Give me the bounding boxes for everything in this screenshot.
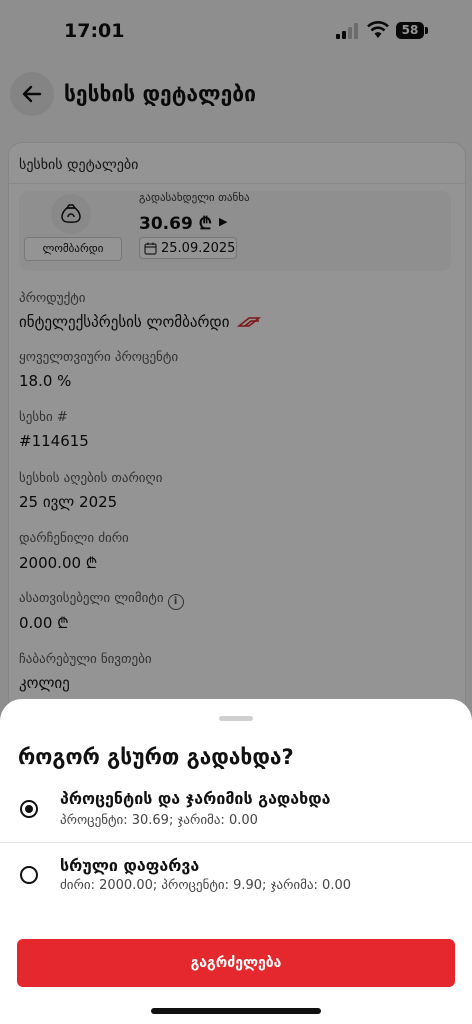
continue-button[interactable]: გაგრძელება <box>17 939 455 987</box>
sheet-grabber[interactable] <box>219 716 253 721</box>
radio-unselected[interactable] <box>20 866 38 884</box>
option-full-repayment[interactable]: სრული დაფარვა ძირი: 2000.00; პროცენტი: 9… <box>0 850 472 912</box>
payment-method-sheet: როგორ გსურთ გადახდა? პროცენტის და ჯარიმი… <box>0 699 472 1024</box>
option-title: პროცენტის და ჯარიმის გადახდა <box>60 789 331 808</box>
divider <box>0 842 472 843</box>
sheet-title: როგორ გსურთ გადახდა? <box>18 745 294 769</box>
option-subtitle: ძირი: 2000.00; პროცენტი: 9.90; ჯარიმა: 0… <box>60 878 352 893</box>
option-subtitle: პროცენტი: 30.69; ჯარიმა: 0.00 <box>60 813 258 828</box>
option-title: სრული დაფარვა <box>60 856 200 875</box>
option-interest-and-penalty[interactable]: პროცენტის და ჯარიმის გადახდა პროცენტი: 3… <box>0 783 472 845</box>
home-indicator <box>151 1008 321 1014</box>
radio-selected[interactable] <box>20 800 38 818</box>
